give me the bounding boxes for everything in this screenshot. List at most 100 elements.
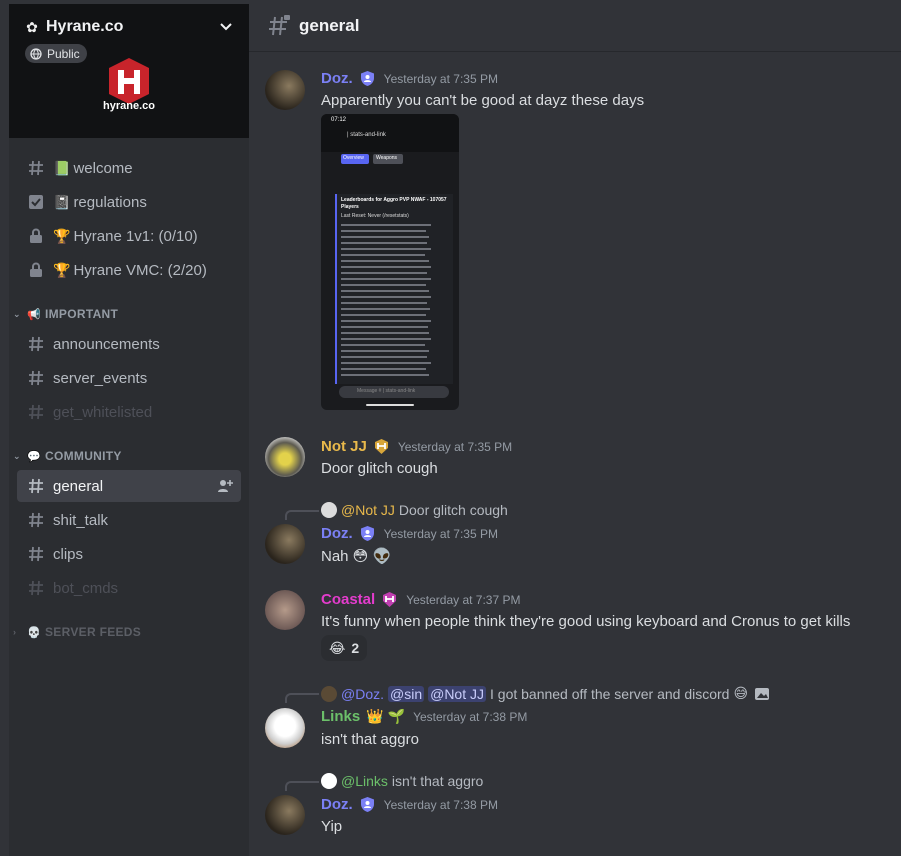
message-text: Door glitch cough (321, 460, 438, 477)
mention-not-jj[interactable]: @Not JJ (428, 685, 486, 702)
category-label: IMPORTANT (45, 307, 119, 321)
leaderboard-title: Leaderboards for Aggro PVP NWAF - 107057… (341, 197, 447, 210)
message-author: Coastal Yesterday at 7:37 PM (321, 591, 520, 608)
reaction-button[interactable]: 😂 2 (321, 635, 368, 661)
author-name[interactable]: Doz. (321, 70, 353, 87)
weapons-tab-label: Weapons (376, 155, 398, 161)
overview-tab-label: Overview (343, 155, 364, 161)
category-server-feeds[interactable]: › 💀 SERVER FEEDS (13, 622, 141, 642)
sidebar-item-server-events[interactable]: server_events (17, 362, 241, 394)
image-attachment[interactable]: 07:12 | stats-and-link Overview Weapons … (321, 114, 459, 410)
crest-role-icon (383, 592, 397, 607)
server-settings-icon: ✿ (26, 19, 38, 35)
status-time: 07:12 (331, 117, 347, 123)
timestamp: Yesterday at 7:35 PM (383, 71, 498, 86)
message-text: Apparently you can't be good at dayz the… (321, 92, 645, 109)
sidebar-item-hyrane-vmc[interactable]: 🏆 Hyrane VMC: (2/20) (17, 254, 241, 286)
reply-avatar (321, 502, 337, 518)
avatar[interactable] (265, 795, 305, 835)
server-banner: ✿ Hyrane.co Public hyrane.co (9, 4, 249, 138)
message-text: isn't that aggro (321, 731, 419, 748)
hash-icon (27, 545, 45, 563)
reply-connector (285, 693, 319, 703)
reply-text: Door glitch cough (398, 502, 508, 518)
sidebar-item-get-whitelisted[interactable]: get_whitelisted (17, 396, 241, 428)
reply-avatar (321, 773, 337, 789)
reply-connector (285, 781, 319, 791)
sidebar-item-shit-talk[interactable]: shit_talk (17, 504, 241, 536)
sidebar-item-clips[interactable]: clips (17, 538, 241, 570)
reply-preview[interactable]: @Not JJ Door glitch cough (321, 502, 508, 518)
author-name[interactable]: Doz. (321, 525, 353, 542)
message-author: Doz. Yesterday at 7:35 PM (321, 70, 498, 87)
channel-label: server_events (53, 369, 148, 387)
reply-author: @Links (341, 773, 388, 789)
reply-author: @Not JJ (341, 502, 395, 518)
sidebar-item-welcome[interactable]: 📗 welcome (17, 152, 241, 184)
channel-label: bot_cmds (53, 579, 119, 597)
globe-icon (30, 47, 42, 60)
avatar[interactable] (265, 437, 305, 477)
server-header[interactable]: ✿ Hyrane.co (24, 16, 236, 38)
reply-author: @Doz. (341, 685, 384, 702)
leaderboard-embed: Leaderboards for Aggro PVP NWAF - 107057… (335, 194, 453, 384)
image-icon (755, 687, 770, 700)
avatar[interactable] (265, 708, 305, 748)
hash-icon (27, 403, 45, 421)
sidebar-item-hyrane-1v1[interactable]: 🏆 Hyrane 1v1: (0/10) (17, 220, 241, 252)
avatar[interactable] (265, 70, 305, 110)
hash-lock-icon (269, 14, 290, 35)
reply-text: I got banned off the server and discord (490, 685, 730, 702)
channel-label: get_whitelisted (53, 403, 153, 421)
chevron-down-icon[interactable] (218, 16, 234, 38)
author-name[interactable]: Links (321, 708, 360, 725)
sidebar-item-announcements[interactable]: announcements (17, 328, 241, 360)
channel-label: shit_talk (53, 511, 109, 529)
message-text: Yip (321, 818, 343, 835)
timestamp: Yesterday at 7:35 PM (397, 439, 513, 454)
sidebar-item-bot-cmds[interactable]: bot_cmds (17, 572, 241, 604)
avatar[interactable] (265, 590, 305, 630)
channel-label: announcements (53, 335, 160, 353)
speech-bubble-emoji-icon: 💬 (27, 450, 41, 463)
channel-label: regulations (73, 193, 147, 211)
trophy-emoji-icon: 🏆 (53, 261, 71, 278)
channel-label: general (53, 477, 104, 495)
server-logo-text: hyrane.co (103, 100, 155, 112)
crown-role-icon: 👑 (366, 708, 384, 724)
sidebar-item-regulations[interactable]: 📓 regulations (17, 186, 241, 218)
lock-icon (27, 227, 45, 245)
reply-connector (285, 510, 319, 520)
book-emoji-icon: 📗 (53, 159, 71, 176)
shield-role-icon (360, 797, 374, 812)
reply-text: isn't that aggro (391, 773, 484, 789)
reply-preview[interactable]: @Links isn't that aggro (321, 773, 483, 789)
author-name[interactable]: Coastal (321, 591, 375, 608)
joy-emoji-icon: 😂 (329, 639, 346, 656)
author-name[interactable]: Not JJ (321, 438, 367, 455)
mention-sin[interactable]: @sin (388, 685, 425, 702)
message-author: Doz. Yesterday at 7:35 PM (321, 525, 498, 542)
public-label: Public (47, 46, 80, 61)
author-name[interactable]: Doz. (321, 796, 353, 813)
attachment-header: | stats-and-link (347, 132, 386, 138)
category-community[interactable]: ⌄ 💬 COMMUNITY (13, 446, 122, 466)
hash-icon (27, 579, 45, 597)
hash-icon (27, 335, 45, 353)
skull-emoji-icon: 💀 (27, 626, 41, 639)
timestamp: Yesterday at 7:38 PM (383, 797, 498, 812)
message-text: It's funny when people think they're goo… (321, 613, 851, 630)
hash-icon (27, 159, 45, 177)
sidebar-item-general[interactable]: general (17, 470, 241, 502)
avatar[interactable] (265, 524, 305, 564)
message-author: Not JJ Yesterday at 7:35 PM (321, 438, 512, 455)
timestamp: Yesterday at 7:38 PM (413, 709, 528, 724)
rules-checkbox-icon (27, 193, 45, 211)
reaction-count: 2 (351, 640, 360, 656)
category-important[interactable]: ⌄ 📢 IMPORTANT (13, 304, 118, 324)
message-author: Links 👑 🌱 Yesterday at 7:38 PM (321, 708, 527, 725)
add-user-icon[interactable] (217, 478, 233, 494)
channel-label: Hyrane VMC: (2/20) (73, 261, 207, 279)
reply-preview[interactable]: @Doz. @sin @Not JJ I got banned off the … (321, 685, 770, 702)
hash-icon (27, 477, 45, 495)
